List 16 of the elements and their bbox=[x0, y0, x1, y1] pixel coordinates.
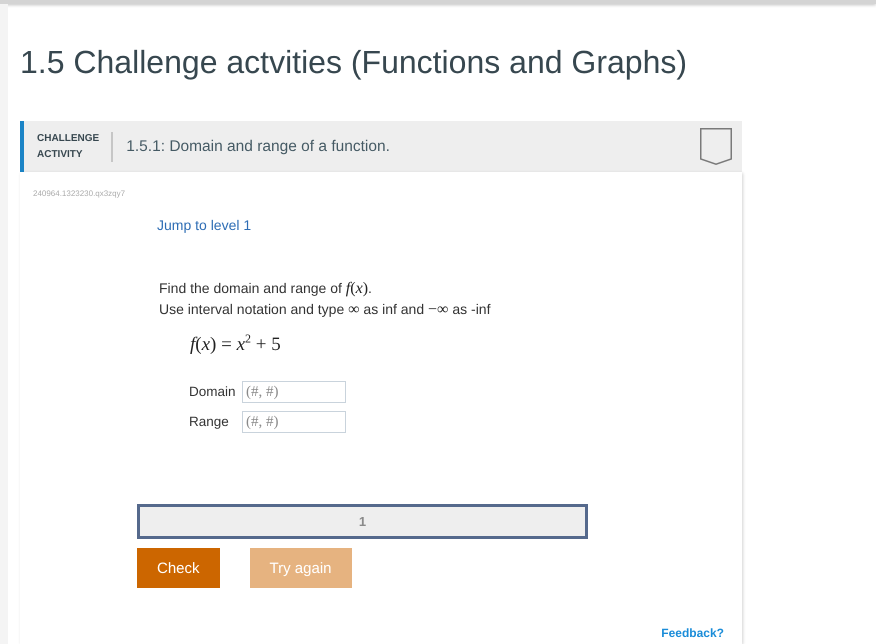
level-button[interactable]: 1 bbox=[137, 504, 588, 539]
answer-field[interactable]: (#, #) bbox=[242, 381, 346, 403]
instruction-text: Use interval notation and type ∞ as inf and −∞ as -inf bbox=[159, 300, 490, 320]
activity-title: 1.5.1: Domain and range of a function. bbox=[126, 136, 390, 156]
answer-field[interactable]: (#, #) bbox=[242, 411, 346, 433]
jump-to-level-link[interactable]: Jump to level 1 bbox=[157, 216, 252, 234]
instruction-text: Find the domain and range of f(x). bbox=[159, 279, 372, 299]
feedback-link[interactable]: Feedback? bbox=[661, 626, 724, 640]
field-label: Range bbox=[189, 414, 229, 429]
page-title: 1.5 Challenge actvities (Functions and Graphs) bbox=[20, 43, 688, 82]
activity-id-code: 240964.1323230.qx3zqy7 bbox=[33, 189, 126, 199]
activity-type-label: CHALLENGE ACTIVITY bbox=[37, 132, 100, 162]
function-equation: f(x) = x$^{2}$ + 5 bbox=[190, 332, 281, 357]
field-label: Domain bbox=[189, 384, 236, 399]
try-again-button: Try again bbox=[250, 548, 352, 588]
check-button[interactable]: Check bbox=[137, 548, 220, 588]
